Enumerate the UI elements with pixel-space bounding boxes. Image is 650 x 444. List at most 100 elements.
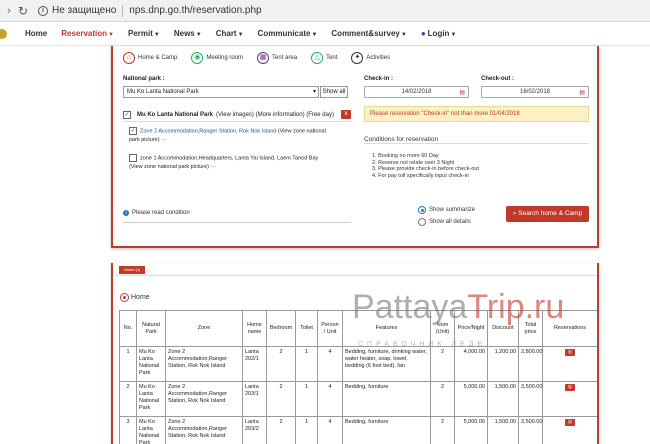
- site-logo-icon[interactable]: [0, 28, 7, 39]
- selected-park-row: ✓ Mu Ko Lanta National Park (View images…: [123, 108, 351, 122]
- type-home-camp[interactable]: ⌂ Home & Camp: [123, 52, 177, 64]
- url-text[interactable]: nps.dnp.go.th/reservation.php: [129, 5, 261, 16]
- info-icon: i: [123, 210, 129, 216]
- caret-down-icon: ▼: [450, 32, 457, 38]
- checkin-input[interactable]: 14/02/2018 ▤: [364, 86, 469, 98]
- caret-down-icon: ▼: [400, 32, 407, 38]
- read-condition-text: Please read condition: [132, 210, 190, 216]
- nav-communicate[interactable]: Communicate▼: [258, 29, 318, 38]
- tent-area-icon: ▦: [257, 52, 270, 64]
- radio-selected[interactable]: [418, 206, 426, 214]
- nav-home[interactable]: Home: [25, 29, 47, 38]
- cell-discount: 1,500.00: [487, 381, 519, 417]
- column-header: Home name: [242, 310, 267, 347]
- cell-total: 2,800.00: [518, 346, 543, 382]
- cell-num: 2: [430, 416, 455, 444]
- radio-show-summarize[interactable]: Show summarize: [418, 206, 475, 214]
- zone-2-checkbox[interactable]: [129, 154, 137, 162]
- read-condition-link[interactable]: i Please read condition: [123, 210, 190, 216]
- park-name: Mu Ko Lanta National Park: [137, 111, 214, 118]
- table-row: 3 Mu Ko Lanta National Park Zone 2 Accom…: [119, 416, 597, 444]
- cell-person: 4: [317, 381, 343, 417]
- calendar-icon[interactable]: ▤: [579, 88, 585, 98]
- cell-toilet: 1: [295, 416, 318, 444]
- results-tag[interactable]: Home (x): [119, 266, 145, 274]
- checkin-value: 14/02/2018: [401, 89, 432, 95]
- checkout-input[interactable]: 16/02/2018 ▤: [481, 86, 589, 98]
- cell-toilet: 1: [295, 346, 318, 382]
- caret-down-icon: ▼: [237, 32, 244, 38]
- nav-chart[interactable]: Chart▼: [216, 29, 244, 38]
- home-result-tab[interactable]: Home: [120, 293, 150, 302]
- park-checkbox[interactable]: ✓: [123, 110, 131, 119]
- zone-option-2[interactable]: zone 1 Accommodation,Headquarters, Lanta…: [129, 154, 349, 172]
- back-arrow-icon[interactable]: ›: [2, 5, 16, 17]
- condition-item: 4. For pay toll specifically input check…: [372, 172, 469, 179]
- radio-summarize-label: Show summarize: [429, 207, 476, 213]
- book-button[interactable]: ◎: [565, 419, 575, 426]
- zone-1-checkbox[interactable]: ✓: [129, 127, 137, 135]
- caret-down-icon: ▼: [311, 32, 318, 38]
- security-indicator[interactable]: i Не защищено: [38, 3, 116, 19]
- cell-num: 2: [430, 346, 455, 382]
- meeting-room-icon: ◉: [191, 52, 204, 64]
- cell-zone: Zone 2 Accommodation,Ranger Station, Rok…: [165, 346, 243, 382]
- cell-discount: 1,500.00: [487, 416, 519, 444]
- calendar-icon[interactable]: ▤: [459, 88, 465, 98]
- national-park-value: Mu Ko Lanta National Park: [127, 89, 199, 95]
- cell-no: 2: [119, 381, 137, 417]
- cell-total: 3,500.00: [518, 381, 543, 417]
- nav-news[interactable]: News▼: [174, 29, 202, 38]
- watermark-part1: Pattaya: [352, 288, 468, 326]
- reservation-type-bar: ⌂ Home & Camp ◉ Meeting room ▦ Tent area △ T…: [123, 52, 404, 64]
- reload-icon[interactable]: ↻: [16, 4, 30, 18]
- search-button-label: Search home & Camp: [518, 210, 583, 217]
- park-info-links[interactable]: (View images) (More information) (Free d…: [216, 112, 334, 118]
- watermark-subtitle: СПРАВОЧНИК ЛЕДЕ: [358, 341, 487, 348]
- column-header: No.: [119, 310, 137, 347]
- cell-features: Bedding, furniture: [342, 381, 431, 417]
- zone-2-picture-link[interactable]: (View zone national park picture): [129, 164, 209, 170]
- show-all-button[interactable]: Show all: [320, 86, 348, 98]
- cell-num: 2: [430, 381, 455, 417]
- search-home-camp-button[interactable]: ⌕ Search home & Camp: [506, 206, 589, 222]
- cell-zone: Zone 2 Accommodation,Ranger Station, Rok…: [165, 416, 243, 444]
- checkout-value: 16/02/2018: [519, 89, 551, 95]
- browser-address-bar: › ↻ i Не защищено nps.dnp.go.th/reservat…: [0, 0, 650, 22]
- column-header: Bedroom: [266, 310, 296, 347]
- zone-option-1[interactable]: ✓ Zone 2 Accommodation,Ranger Station, Ro…: [129, 127, 349, 145]
- caret-down-icon: ▼: [153, 32, 160, 38]
- nav-reservation[interactable]: Reservation▼: [61, 29, 114, 38]
- cell-park: Mu Ko Lanta National Park: [136, 416, 166, 444]
- cell-zone: Zone 2 Accommodation,Ranger Station, Rok…: [165, 381, 243, 417]
- type-tent-area[interactable]: ▦ Tent area: [257, 52, 297, 64]
- search-panel: ⌂ Home & Camp ◉ Meeting room ▦ Tent area △ T…: [111, 46, 599, 248]
- cell-reservation: ◎: [542, 346, 597, 382]
- zone-1-picture-link-2[interactable]: park picture): [129, 137, 160, 143]
- zone-1-picture-link[interactable]: (View zone national: [278, 128, 326, 134]
- cell-discount: 1,200.00: [487, 346, 519, 382]
- zone-1-more[interactable]: ···: [161, 137, 167, 143]
- nav-login[interactable]: ● Login▼: [421, 29, 457, 38]
- checkin-label: Check-in :: [364, 76, 394, 82]
- radio-unselected[interactable]: [418, 218, 426, 226]
- cell-person: 4: [317, 346, 343, 382]
- watermark: PattayaTrip.ru: [352, 288, 564, 327]
- national-park-select[interactable]: Mu Ko Lanta National Park ▾: [123, 86, 319, 98]
- cell-price: 4,000.00: [454, 346, 488, 382]
- type-activities[interactable]: ✦ Activities: [351, 52, 390, 64]
- checkin-warning: Please reservation "Check-in" not than m…: [364, 106, 589, 122]
- site-nav: Home Reservation▼ Permit▼ News▼ Chart▼ C…: [0, 22, 650, 46]
- radio-show-all-details[interactable]: Show all details: [418, 218, 471, 226]
- book-button[interactable]: ◎: [565, 384, 575, 391]
- column-header: Person / Unit: [317, 310, 343, 347]
- type-meeting-room[interactable]: ◉ Meeting room: [191, 52, 243, 64]
- book-button[interactable]: ◎: [565, 349, 575, 356]
- checkout-label: Check-out :: [481, 76, 514, 82]
- caret-down-icon: ▼: [108, 32, 114, 38]
- remove-park-button[interactable]: x: [341, 110, 351, 119]
- nav-permit[interactable]: Permit▼: [128, 29, 160, 38]
- nav-comment-survey[interactable]: Comment&survey▼: [331, 29, 406, 38]
- zone-2-more[interactable]: ···: [211, 164, 217, 170]
- type-tent[interactable]: △ Tent: [311, 52, 337, 64]
